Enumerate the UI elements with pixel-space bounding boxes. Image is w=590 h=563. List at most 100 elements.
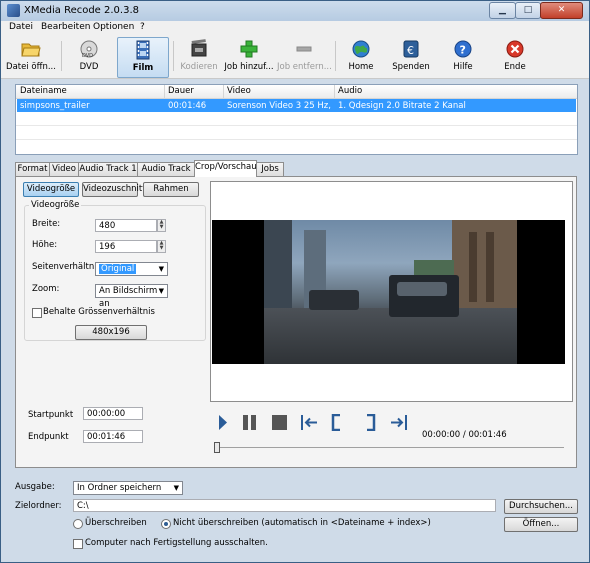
column-header-filename[interactable]: Dateiname bbox=[20, 86, 67, 96]
target-folder-label: Zielordner: bbox=[15, 501, 62, 511]
video-still-image bbox=[264, 220, 517, 364]
overwrite-radio[interactable] bbox=[73, 519, 83, 529]
help-button[interactable]: ? Hilfe bbox=[443, 37, 483, 76]
pause-icon[interactable] bbox=[242, 414, 262, 431]
encode-label: Kodieren bbox=[180, 62, 218, 72]
zoom-label: Zoom: bbox=[32, 284, 60, 294]
output-label: Ausgabe: bbox=[15, 482, 55, 492]
minimize-button[interactable]: ▁ bbox=[489, 2, 516, 19]
maximize-button[interactable]: □ bbox=[515, 2, 541, 19]
cell-audio: 1. Qdesign 2.0 Bitrate 2 Kanal bbox=[338, 101, 466, 111]
help-label: Hilfe bbox=[453, 62, 473, 72]
dvd-button[interactable]: DVD DVD bbox=[67, 37, 111, 76]
title-bar[interactable]: XMedia Recode 2.0.3.8 ▁ □ ✕ bbox=[1, 1, 589, 21]
cell-filename: simpsons_trailer bbox=[20, 101, 90, 111]
column-header-audio[interactable]: Audio bbox=[338, 86, 362, 96]
zoom-select[interactable]: An Bildschirm an ▼ bbox=[95, 284, 168, 309]
keep-ratio-checkbox[interactable] bbox=[32, 308, 42, 318]
app-window: XMedia Recode 2.0.3.8 ▁ □ ✕ Datei Bearbe… bbox=[0, 0, 590, 563]
menu-datei[interactable]: Datei bbox=[9, 22, 33, 32]
film-button[interactable]: Film bbox=[117, 37, 169, 78]
video-frame bbox=[212, 220, 565, 364]
aspect-ratio-select[interactable]: Original ▼ bbox=[95, 262, 168, 276]
column-divider[interactable] bbox=[223, 85, 224, 98]
remove-job-button[interactable]: Job entfern... bbox=[277, 37, 332, 76]
frame-button[interactable]: Rahmen bbox=[143, 182, 199, 197]
remove-job-label: Job entfern... bbox=[277, 62, 332, 72]
target-folder-field[interactable]: C:\ bbox=[73, 499, 496, 512]
height-field[interactable]: 196 bbox=[95, 240, 157, 253]
tab-crop-preview[interactable]: Crop/Vorschau bbox=[194, 160, 257, 177]
play-icon[interactable] bbox=[218, 414, 228, 431]
help-icon: ? bbox=[454, 40, 472, 58]
column-header-video[interactable]: Video bbox=[227, 86, 251, 96]
folder-open-icon bbox=[21, 43, 41, 57]
jump-to-end-icon[interactable] bbox=[389, 414, 408, 431]
video-crop-button[interactable]: Videozuschnitt bbox=[82, 182, 146, 197]
exit-label: Ende bbox=[504, 62, 526, 72]
browse-button[interactable]: Durchsuchen... bbox=[504, 499, 578, 514]
chevron-down-icon: ▼ bbox=[158, 265, 164, 273]
table-row[interactable]: simpsons_trailer 00:01:46 Sorenson Video… bbox=[17, 99, 576, 112]
video-preview bbox=[210, 181, 573, 402]
spin-down-icon[interactable]: ▼ bbox=[158, 246, 165, 251]
end-point-field[interactable]: 00:01:46 bbox=[83, 430, 143, 443]
height-spinner[interactable]: ▲ ▼ bbox=[157, 240, 166, 253]
column-header-duration[interactable]: Dauer bbox=[168, 86, 194, 96]
shutdown-checkbox[interactable] bbox=[73, 539, 83, 549]
time-display: 00:00:00 / 00:01:46 bbox=[422, 430, 507, 440]
tab-format[interactable]: Format bbox=[15, 162, 50, 176]
video-size-group-title: Videogröße bbox=[29, 200, 82, 210]
start-point-label: Startpunkt bbox=[28, 410, 74, 420]
film-label: Film bbox=[132, 63, 154, 73]
euro-icon: € bbox=[403, 40, 419, 58]
size-preset-button[interactable]: 480x196 bbox=[75, 325, 147, 340]
home-button[interactable]: Home bbox=[341, 37, 381, 76]
open-folder-button[interactable]: Öffnen... bbox=[504, 517, 578, 532]
jump-to-start-icon[interactable] bbox=[300, 414, 319, 431]
menu-optionen[interactable]: Optionen bbox=[93, 22, 134, 32]
close-button[interactable]: ✕ bbox=[540, 2, 583, 19]
svg-text:?: ? bbox=[460, 44, 466, 57]
open-file-label: Datei öffn... bbox=[6, 62, 56, 72]
keep-ratio-label: Behalte Grössenverhältnis bbox=[43, 307, 155, 317]
donate-button[interactable]: € Spenden bbox=[389, 37, 433, 76]
minus-icon bbox=[296, 46, 312, 52]
start-point-field[interactable]: 00:00:00 bbox=[83, 407, 143, 420]
home-label: Home bbox=[348, 62, 374, 72]
toolbar-separator bbox=[173, 41, 174, 71]
column-divider[interactable] bbox=[334, 85, 335, 98]
tab-jobs[interactable]: Jobs bbox=[256, 162, 284, 176]
mark-end-icon[interactable] bbox=[364, 414, 376, 431]
crop-preview-panel: Videogröße Videozuschnitt Rahmen Videogr… bbox=[15, 176, 577, 468]
open-file-button[interactable]: Datei öffn... bbox=[5, 37, 57, 76]
add-job-label: Job hinzuf... bbox=[224, 62, 274, 72]
timeline-track[interactable] bbox=[216, 447, 564, 448]
column-divider[interactable] bbox=[164, 85, 165, 98]
video-size-button[interactable]: Videogröße bbox=[23, 182, 79, 197]
toolbar-separator bbox=[335, 41, 336, 71]
dvd-icon: DVD bbox=[80, 40, 98, 59]
add-job-button[interactable]: Job hinzuf... bbox=[223, 37, 275, 76]
stop-icon[interactable] bbox=[271, 414, 288, 431]
mark-start-icon[interactable] bbox=[331, 414, 343, 431]
width-spinner[interactable]: ▲ ▼ bbox=[157, 219, 166, 232]
encode-icon bbox=[191, 39, 207, 57]
tab-audio-track-2[interactable]: Audio Track 2 bbox=[137, 162, 195, 187]
tab-video[interactable]: Video bbox=[49, 162, 79, 176]
encode-button[interactable]: Kodieren bbox=[179, 37, 219, 76]
file-list[interactable]: Dateiname Dauer Video Audio simpsons_tra… bbox=[15, 84, 578, 155]
timeline-slider-thumb[interactable] bbox=[214, 442, 220, 453]
spin-down-icon[interactable]: ▼ bbox=[158, 225, 165, 230]
svg-text:DVD: DVD bbox=[82, 53, 93, 59]
overwrite-label: Überschreiben bbox=[85, 518, 147, 528]
no-overwrite-radio[interactable] bbox=[161, 519, 171, 529]
end-point-label: Endpunkt bbox=[28, 432, 69, 442]
app-icon bbox=[7, 4, 20, 17]
output-mode-select[interactable]: In Ordner speichern ▼ bbox=[73, 481, 183, 495]
menu-bearbeiten[interactable]: Bearbeiten bbox=[41, 22, 90, 32]
width-field[interactable]: 480 bbox=[95, 219, 157, 232]
exit-button[interactable]: Ende bbox=[495, 37, 535, 76]
tab-audio-track-1[interactable]: Audio Track 1 bbox=[78, 162, 138, 176]
menu-help[interactable]: ? bbox=[140, 22, 145, 32]
